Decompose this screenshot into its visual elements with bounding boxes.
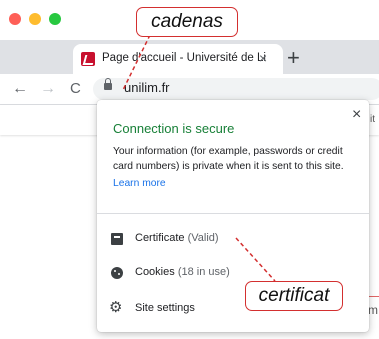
reload-button[interactable]: C	[70, 80, 81, 97]
close-icon[interactable]: ×	[352, 106, 361, 124]
site-settings-label: Site settings	[135, 302, 195, 314]
browser-tab[interactable]: Page d'accueil - Université de Li ×	[73, 44, 283, 74]
page-edge-text: it	[370, 114, 375, 125]
page-edge-text: m	[368, 303, 378, 317]
window-close-button[interactable]	[9, 13, 21, 25]
certificate-callout: certificat	[245, 281, 343, 311]
learn-more-link[interactable]: Learn more	[113, 178, 166, 189]
cookie-icon	[111, 267, 123, 279]
connection-status-title: Connection is secure	[113, 121, 235, 136]
certificate-label: Certificate (Valid)	[135, 232, 219, 244]
new-tab-button[interactable]: +	[287, 45, 300, 71]
certificate-item[interactable]: Certificate (Valid)	[97, 227, 369, 253]
cookies-label: Cookies (18 in use)	[135, 266, 230, 278]
forward-button[interactable]: →	[40, 80, 56, 98]
tab-title: Page d'accueil - Université de Li	[102, 52, 266, 64]
certificate-icon	[111, 233, 123, 245]
tab-close-icon[interactable]: ×	[259, 50, 267, 66]
window-minimize-button[interactable]	[29, 13, 41, 25]
back-button[interactable]: ←	[12, 80, 28, 98]
lock-icon[interactable]	[104, 78, 112, 90]
gear-icon: ⚙	[109, 299, 123, 316]
lock-callout: cadenas	[136, 7, 238, 37]
window-zoom-button[interactable]	[49, 13, 61, 25]
popup-divider	[97, 213, 369, 214]
connection-description: Your information (for example, passwords…	[113, 146, 344, 172]
url-text[interactable]: unilim.fr	[124, 80, 170, 95]
site-favicon-icon	[81, 52, 95, 66]
